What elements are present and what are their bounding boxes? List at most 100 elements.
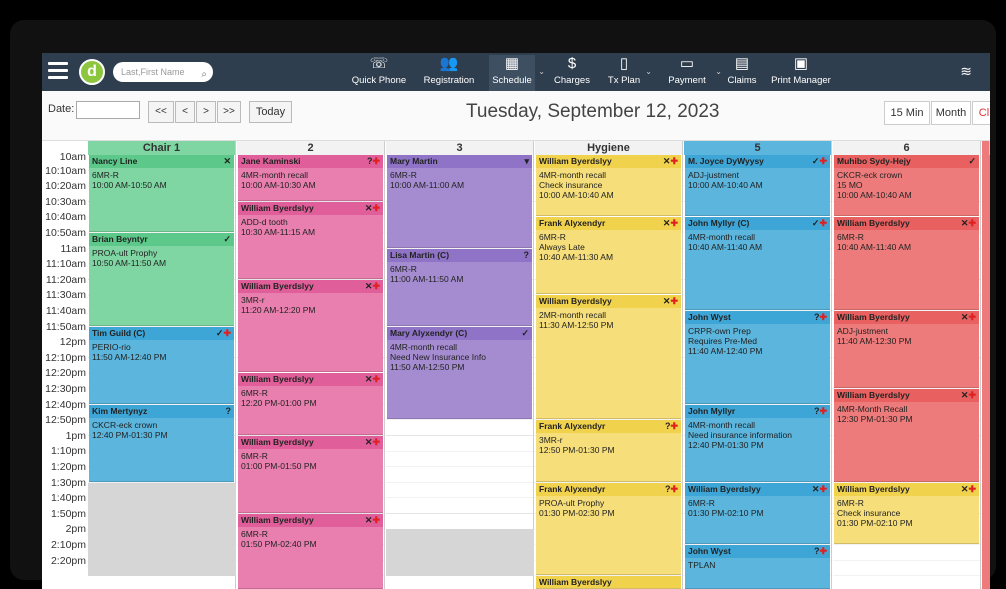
nav-quick-phone[interactable]: ☏ Quick Phone [350, 55, 408, 91]
wifi-icon: ≋ [960, 63, 972, 79]
appointment-detail-line: 2MR-month recall [539, 310, 607, 321]
appointment-status-icons: ✕✚ [961, 312, 976, 323]
appointment-block[interactable]: John Myllyr ?✚ 4MR-month recall Need insura… [685, 404, 830, 482]
time-label: 1pm [65, 429, 86, 442]
appointment-patient-name: William Byerdslyy [685, 482, 830, 496]
appointment-block[interactable]: Tim Guild (C) ✓✚ PERIO-rio 11:50 AM-12:40 P… [89, 326, 234, 404]
time-label: 11:20am [45, 273, 86, 286]
appointment-status-icons: ✕ [223, 156, 231, 167]
search-icon[interactable]: ⌕ [201, 65, 207, 85]
time-label: 10am [59, 151, 86, 163]
appointment-patient-name: Jane Kaminski [238, 155, 383, 168]
chevron-down-icon[interactable]: ⌄ [715, 67, 722, 76]
previous-button[interactable]: < [175, 101, 195, 123]
appointment-block[interactable]: William Byerdslyy ✕✚ 4MR-Month Recall 12:30… [834, 389, 979, 482]
appointment-block[interactable]: John Wyst ?✚ TPLAN [685, 545, 830, 589]
appointment-status-icons: ✓✚ [812, 156, 827, 167]
appointment-block[interactable]: William Byerdslyy ✕✚ 6MR-R 01:50 PM-02:40 P… [238, 513, 383, 589]
view-cl-button[interactable]: Cl [972, 101, 990, 125]
tooth-icon: ▾ [524, 156, 529, 166]
today-button[interactable]: Today [249, 101, 292, 123]
appointment-block[interactable]: Jane Kaminski ?✚ 4MR-month recall 10:00 AM-… [238, 155, 383, 201]
appointment-block[interactable]: William Byerdslyy ✕✚ ADJ-justment 11:40 AM-… [834, 311, 979, 388]
appointment-block[interactable]: Frank Alyxendyr ✕✚ 6MR-R Always Late 10:40 A… [536, 217, 681, 295]
appointment-block[interactable]: Kim Mertynyz? CKCR-eck crown 12:40 PM-01:3… [89, 404, 234, 482]
appointment-patient-name: Frank Alyxendyr [536, 482, 681, 496]
nav-claims[interactable]: ▤ Claims [725, 55, 759, 91]
appointment-detail-line: CRPR-own Prep [688, 326, 751, 336]
appointment-block[interactable]: Muhibo Sydy-Hejy ✓ CKCR-eck crown 15 MO 10:0… [834, 155, 979, 217]
date-input[interactable] [76, 101, 140, 119]
appointment-block[interactable]: Nancy Line ✕ 6MR-R 10:00 AM-10:50 AM [89, 155, 234, 232]
nav-payment[interactable]: ▭ Payment ⌄ [662, 55, 722, 91]
appointment-block[interactable]: William Byerdslyy [536, 576, 681, 589]
appointment-patient-name: William Byerdslyy [834, 311, 979, 324]
appointment-block[interactable]: Mary Martin ▾ 6MR-R 10:00 AM-11:00 AM [387, 155, 532, 248]
time-label: 11:50am [45, 320, 86, 333]
appointment-block[interactable]: John Wyst ?✚ CRPR-own Prep Requires Pre-Med… [685, 311, 830, 404]
time-label: 10:40am [45, 211, 86, 224]
appointment-block[interactable]: William Byerdslyy ✕✚ 2MR-month recall 11:30… [536, 295, 681, 420]
medical-alert-icon: ✚ [223, 327, 231, 338]
appointment-details: ADD-d tooth 10:30 AM-11:15 AM [238, 215, 383, 237]
nav-label: Tx Plan [607, 75, 641, 86]
nav-charges[interactable]: $ Charges [553, 55, 591, 91]
appointment-block[interactable]: John Myllyr (C) ✓✚ 4MR-month recall 10:40 A… [685, 217, 830, 310]
appointment-block[interactable]: William Byerdslyy ✕✚ ADD-d tooth 10:30 AM-1… [238, 201, 383, 279]
medical-alert-icon: ✚ [372, 280, 380, 291]
column-header[interactable]: 6 [833, 141, 981, 155]
next-button[interactable]: > [196, 101, 216, 123]
partial-column [982, 155, 990, 589]
time-label: 2:20pm [50, 554, 86, 567]
patient-search-input[interactable]: Last,First Name ⌕ [113, 62, 213, 82]
nav-schedule[interactable]: ▦ Schedule ⌄ [489, 55, 545, 91]
time-label: 1:40pm [50, 492, 86, 505]
appointment-details: 3MR-r 12:50 PM-01:30 PM [536, 433, 681, 455]
claims-icon: ▤ [734, 55, 750, 72]
medical-alert-icon: ✚ [372, 374, 380, 385]
nav-registration[interactable]: 👥 Registration [420, 55, 478, 91]
last-page-button[interactable]: >> [217, 101, 241, 123]
appointment-block[interactable]: Lisa Martin (C)? 6MR-R 11:00 AM-11:50 AM [387, 248, 532, 326]
column-header[interactable]: 5 [684, 141, 832, 155]
column-header[interactable]: Chair 1 [88, 141, 236, 155]
appointment-status-icons: ?✚ [814, 546, 827, 557]
time-label: 11am [60, 242, 87, 255]
column-header[interactable]: Hygiene [535, 141, 683, 155]
appointment-status-icons: ▾ [524, 156, 529, 167]
calendar-icon: ▦ [504, 55, 520, 72]
appointment-block[interactable]: William Byerdslyy ✕✚ 6MR-R 01:00 PM-01:50 P… [238, 435, 383, 513]
appointment-details: ADJ-justment 10:00 AM-10:40 AM [685, 168, 830, 190]
chevron-down-icon[interactable]: ⌄ [538, 67, 545, 76]
appointment-block[interactable]: William Byerdslyy ✕✚ 4MR-month recall Check… [536, 155, 681, 217]
appointment-block[interactable]: William Byerdslyy ✕✚ 3MR-r 11:20 AM-12:20 P… [238, 279, 383, 373]
app-logo[interactable]: d [79, 59, 105, 85]
appointment-detail-line: 01:00 PM-01:50 PM [241, 460, 317, 471]
nav-print-manager[interactable]: ▣ Print Manager [770, 55, 832, 91]
appointment-block[interactable]: William Byerdslyy ✕✚ 6MR-R 12:20 PM-01:00 P… [238, 373, 383, 435]
chevron-down-icon[interactable]: ⌄ [645, 67, 652, 76]
appointment-status-icons: ✓✚ [812, 218, 827, 229]
appointment-block[interactable]: William Byerdslyy ✕✚ 6MR-R 10:40 AM-11:40 A… [834, 217, 979, 310]
view-month-button[interactable]: Month [931, 101, 971, 125]
nav-tx-plan[interactable]: ▯ Tx Plan ⌄ [606, 55, 652, 91]
current-date-heading: Tuesday, September 12, 2023 [466, 101, 720, 122]
appointment-block[interactable]: William Byerdslyy ✕✚ 6MR-R 01:30 PM-02:10 P… [685, 482, 830, 544]
close-icon[interactable]: ✕ [223, 156, 231, 166]
column-header[interactable]: 2 [237, 141, 385, 155]
appointment-block[interactable]: Mary Alyxendyr (C) ✓ 4MR-month recall Need … [387, 326, 532, 420]
time-label: 1:10pm [50, 445, 86, 458]
first-page-button[interactable]: << [148, 101, 174, 123]
hamburger-menu-icon[interactable] [48, 62, 68, 80]
column-header[interactable]: 3 [386, 141, 534, 155]
appointment-block[interactable]: William Byerdslyy ✕✚ 6MR-R Check insurance 0… [834, 482, 979, 544]
appointment-block[interactable]: Frank Alyxendyr ?✚ 3MR-r 12:50 PM-01:30 PM [536, 420, 681, 482]
medical-alert-icon: ✚ [819, 405, 827, 416]
appointment-block[interactable]: M. Joyce DyWyysy ✓✚ ADJ-justment 10:00 AM-1… [685, 155, 830, 217]
appointment-details: PROA-ult Prophy 01:30 PM-02:30 PM [536, 496, 681, 518]
appointment-block[interactable]: Frank Alyxendyr ?✚ PROA-ult Prophy 01:30 PM… [536, 482, 681, 576]
appointment-detail-line: 6MR-R [390, 170, 417, 180]
view-15-min-button[interactable]: 15 Min [884, 101, 930, 125]
nav-label: Registration [423, 75, 475, 86]
appointment-block[interactable]: Brian Beyntyr ✓ PROA-ult Prophy 10:50 AM-11… [89, 233, 234, 326]
